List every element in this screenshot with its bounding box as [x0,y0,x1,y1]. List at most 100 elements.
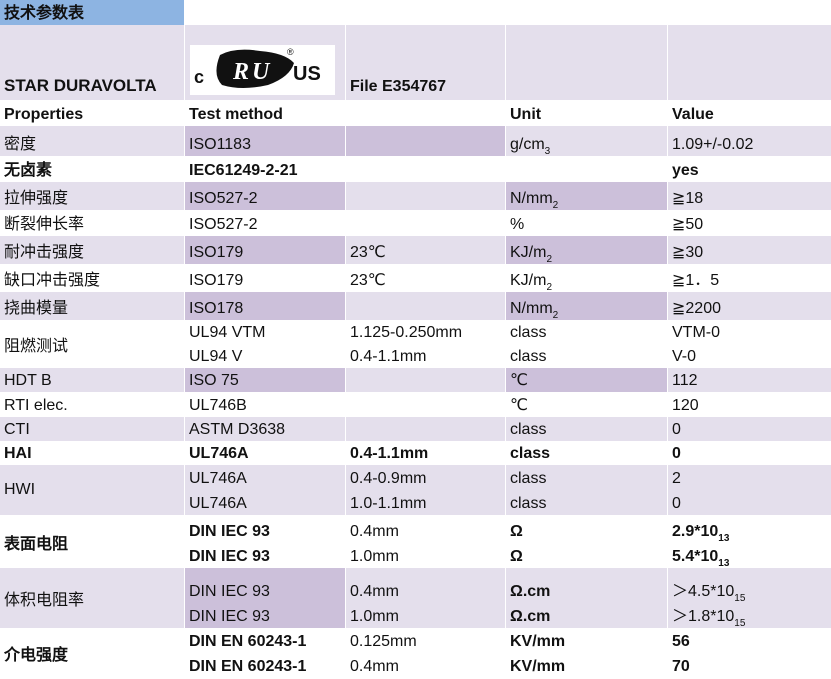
ul-reg: ® [287,47,294,57]
cond-cell: 0.125mm 0.4mm [346,628,506,678]
unit-cell: % [506,210,668,236]
prop-cell: 介电强度 [0,628,185,678]
prop-cell: 无卤素 [0,156,185,182]
prop-cell: 缺口冲击强度 [0,264,185,292]
value-cell: ＞4.5*10 15 ＞1.8*10 15 [668,568,831,628]
value-cell: 1.09+/-0.02 [668,126,831,156]
cond-cell [346,182,506,210]
cond-cell: 1.125-0.250mm 0.4-1.1mm [346,320,506,368]
cond-cell [346,156,506,182]
table-row-dielectric: 介电强度 DIN EN 60243-1 DIN EN 60243-1 0.125m… [0,628,831,678]
cond-cell: 0.4-0.9mm 1.0-1.1mm [346,465,506,515]
method-cell: UL746A UL746A [185,465,346,515]
prop-cell: 拉伸强度 [0,182,185,210]
method-cell: DIN EN 60243-1 DIN EN 60243-1 [185,628,346,678]
table-row: 耐冲击强度 ISO179 23℃ KJ/m 2 ≧30 [0,236,831,264]
method-cell: ISO527-2 [185,182,346,210]
prop-cell: 断裂伸长率 [0,210,185,236]
unit-cell: KJ/m 2 [506,236,668,264]
header-unit: Unit [506,100,668,126]
table-row-flame: 阻燃测试 UL94 VTM UL94 V 1.125-0.250mm 0.4-1.1… [0,320,831,368]
value-cell: 0 [668,417,831,441]
method-cell: UL746A [185,441,346,465]
spec-sheet: 技术参数表 STAR DURAVOLTA File E354767 R U c … [0,0,831,679]
table-row: 拉伸强度 ISO527-2 N/mm 2 ≧18 [0,182,831,210]
method-cell: ASTM D3638 [185,417,346,441]
unit-cell: class class [506,320,668,368]
cond-cell [346,417,506,441]
method-cell: ISO527-2 [185,210,346,236]
title-row: 技术参数表 [0,0,831,25]
ul-logo: R U c US ® [190,45,335,95]
unit-cell: ℃ [506,392,668,417]
value-cell: VTM-0 V-0 [672,324,720,365]
table-row-volume: 体积电阻率 DIN IEC 93 DIN IEC 93 0.4mm 1.0mm Ω.… [0,568,831,628]
method-cell: ISO178 [185,292,346,320]
cond-cell [346,292,506,320]
file-number: File E354767 [346,25,506,100]
cond-cell: 0.4mm 1.0mm [346,515,506,568]
table-row: 密度 ISO1183 g/cm 3 1.09+/-0.02 [0,126,831,156]
value-cell: ≧18 [668,182,831,210]
table-row-surface: 表面电阻 DIN IEC 93 DIN IEC 93 0.4mm 1.0mm ΩΩ … [0,515,831,568]
cond-cell: 23℃ [346,236,506,264]
prop-cell: HDT B [0,368,185,392]
cond-cell [346,126,506,156]
method-cell: DIN IEC 93 DIN IEC 93 [185,568,346,628]
table-row: 缺口冲击强度 ISO179 23℃ KJ/m 2 ≧1．5 [0,264,831,292]
prop-cell: 表面电阻 [0,515,185,568]
unit-cell: N/mm 2 [506,182,668,210]
table-row: HAI UL746A 0.4-1.1mm class 0 [0,441,831,465]
prop-cell: 挠曲模量 [0,292,185,320]
prop-cell: CTI [0,417,185,441]
unit-cell: g/cm 3 [506,126,668,156]
value-cell: yes [672,162,699,179]
prop-cell: HWI [0,465,185,515]
brand-name: STAR DURAVOLTA [0,25,185,100]
unit-cell: class [506,417,668,441]
table-row: 无卤素 IEC61249-2-21 yes [0,156,831,182]
unit-cell: ℃ [506,368,668,392]
brand-row: STAR DURAVOLTA File E354767 [0,25,831,100]
method-cell: ISO1183 [185,126,346,156]
value-cell: 0 [672,445,681,462]
cond-cell [346,392,506,417]
ul-us: US [293,63,321,85]
cond-cell [346,368,506,392]
method-cell: ISO 75 [185,368,346,392]
table-row: 断裂伸长率 ISO527-2 % ≧50 [0,210,831,236]
value-cell: 112 [668,368,831,392]
ul-c: c [194,67,205,87]
svg-text:U: U [252,59,271,85]
value-cell: 120 [672,397,699,414]
unit-cell: KV/mm KV/mm [506,628,668,678]
prop-cell: 体积电阻率 [0,568,185,628]
value-cell: ≧2200 [668,292,831,320]
unit-cell [506,156,668,182]
method-cell: IEC61249-2-21 [185,156,346,182]
value-cell: ≧1．5 [672,272,720,289]
prop-cell: 阻燃测试 [0,320,185,368]
header-properties: Properties [0,100,185,126]
table-row: CTI ASTM D3638 class 0 [0,417,831,441]
value-cell: ≧50 [672,216,704,233]
value-cell: ≧30 [668,236,831,264]
unit-cell: KJ/m 2 [506,264,668,292]
method-cell: ISO179 [185,264,346,292]
header-value: Value [672,106,714,123]
cond-cell: 23℃ [346,264,506,292]
method-cell: UL746B [185,392,346,417]
header-row: Properties Test method Unit Value [0,100,831,126]
header-condition [346,100,506,126]
table-row: HDT B ISO 75 ℃ 112 [0,368,831,392]
prop-cell: 耐冲击强度 [0,236,185,264]
unit-cell: Ω.cm Ω.cm [506,568,668,628]
sheet-title: 技术参数表 [0,0,185,25]
value-cell: 56 70 [672,633,690,675]
method-cell: UL94 VTM UL94 V [185,320,346,368]
method-cell: DIN IEC 93 DIN IEC 93 [185,515,346,568]
table-row: 挠曲模量 ISO178 N/mm 2 ≧2200 [0,292,831,320]
prop-cell: RTI elec. [0,392,185,417]
header-test-method: Test method [185,100,346,126]
unit-cell: class class [506,465,668,515]
